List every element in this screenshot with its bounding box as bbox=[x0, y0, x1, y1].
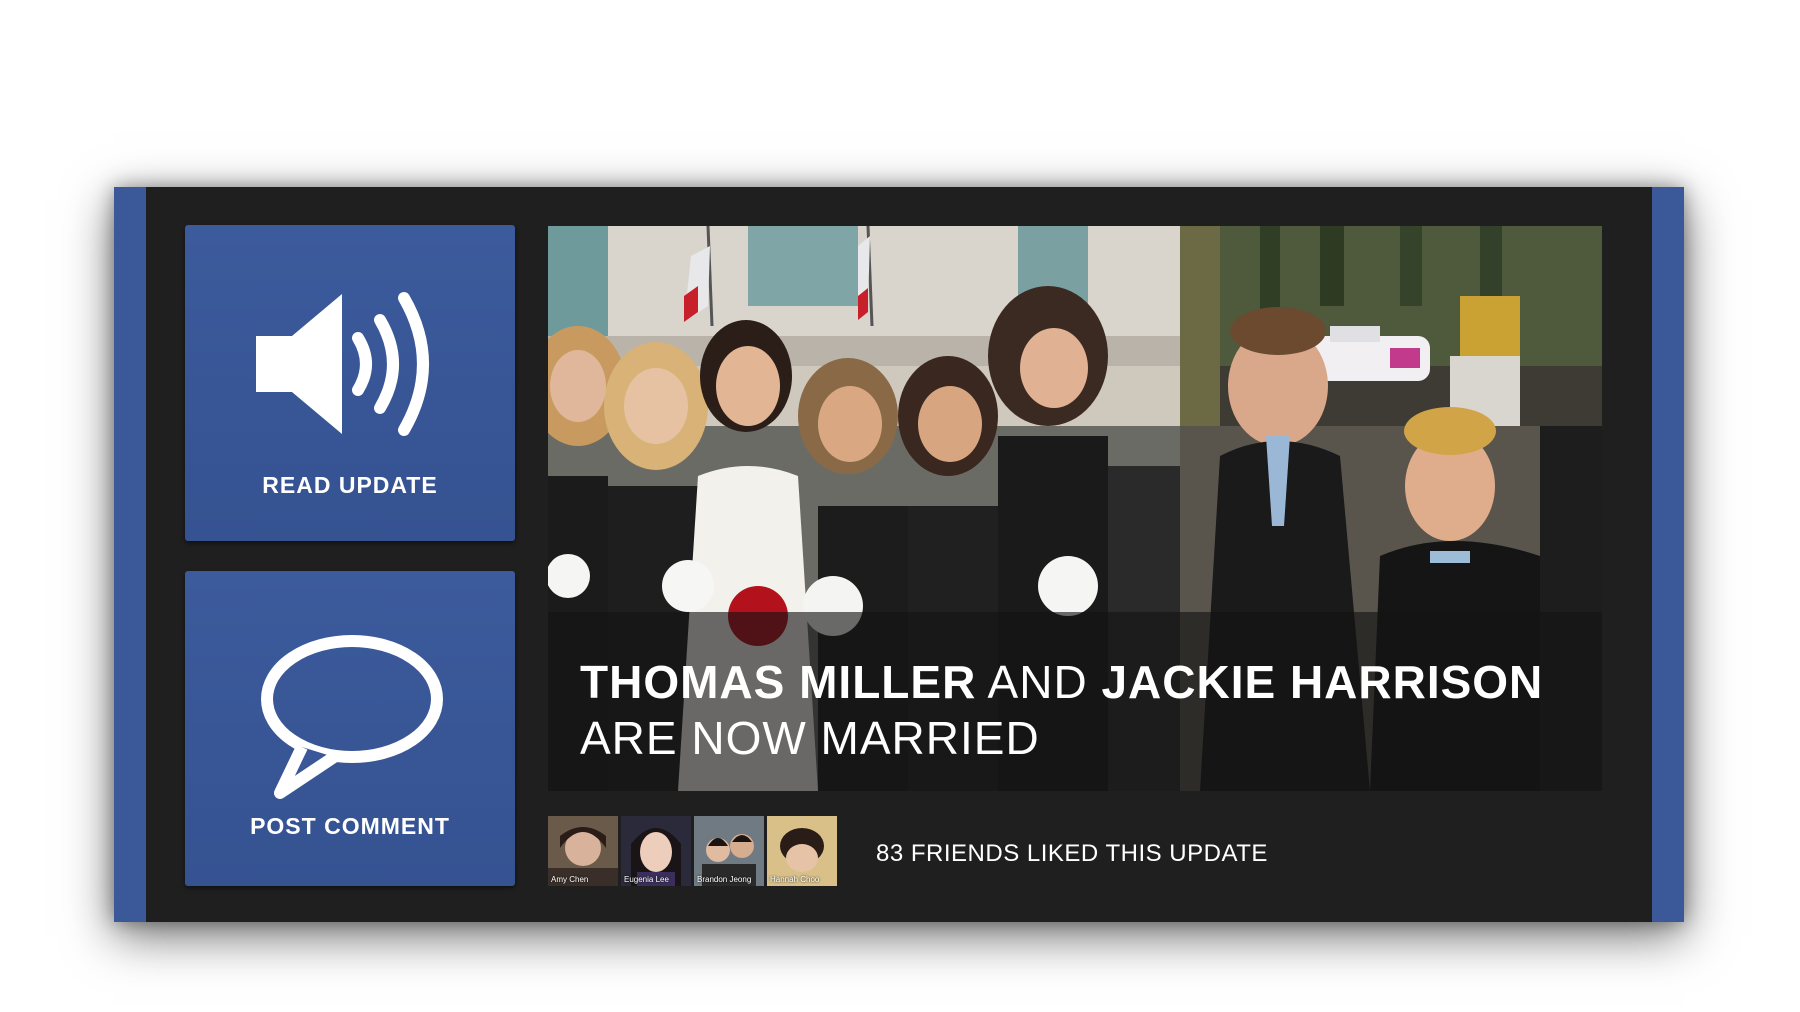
friend-avatar[interactable]: Eugenia Lee bbox=[621, 816, 691, 886]
likes-count-text[interactable]: 83 FRIENDS LIKED THIS UPDATE bbox=[876, 840, 1268, 868]
speaker-icon bbox=[250, 280, 450, 455]
caption-line-2: ARE NOW MARRIED bbox=[580, 712, 1040, 764]
friend-avatar[interactable]: Amy Chen bbox=[548, 816, 618, 886]
friend-name: Amy Chen bbox=[551, 875, 589, 884]
post-comment-button[interactable]: POST COMMENT bbox=[185, 571, 515, 886]
friend-name: Hannah Choo bbox=[770, 875, 820, 884]
friend-name: Brandon Jeong bbox=[697, 875, 752, 884]
read-update-label: READ UPDATE bbox=[262, 472, 438, 498]
friend-avatar[interactable]: Brandon Jeong bbox=[694, 816, 764, 886]
speech-bubble-icon bbox=[250, 633, 450, 808]
update-caption: THOMAS MILLER AND JACKIE HARRISON ARE NO… bbox=[580, 654, 1543, 766]
update-photo[interactable]: THOMAS MILLER AND JACKIE HARRISON ARE NO… bbox=[548, 226, 1602, 791]
caption-and: AND bbox=[987, 656, 1088, 708]
liked-friends-strip: Amy Chen Eugenia Lee Brandon Jeong Hanna… bbox=[548, 816, 837, 886]
person-name-2: JACKIE HARRISON bbox=[1101, 656, 1544, 708]
post-comment-label: POST COMMENT bbox=[250, 813, 450, 839]
person-name-1: THOMAS MILLER bbox=[580, 656, 977, 708]
friend-avatar[interactable]: Hannah Choo bbox=[767, 816, 837, 886]
friend-name: Eugenia Lee bbox=[624, 875, 669, 884]
read-update-button[interactable]: READ UPDATE bbox=[185, 225, 515, 541]
